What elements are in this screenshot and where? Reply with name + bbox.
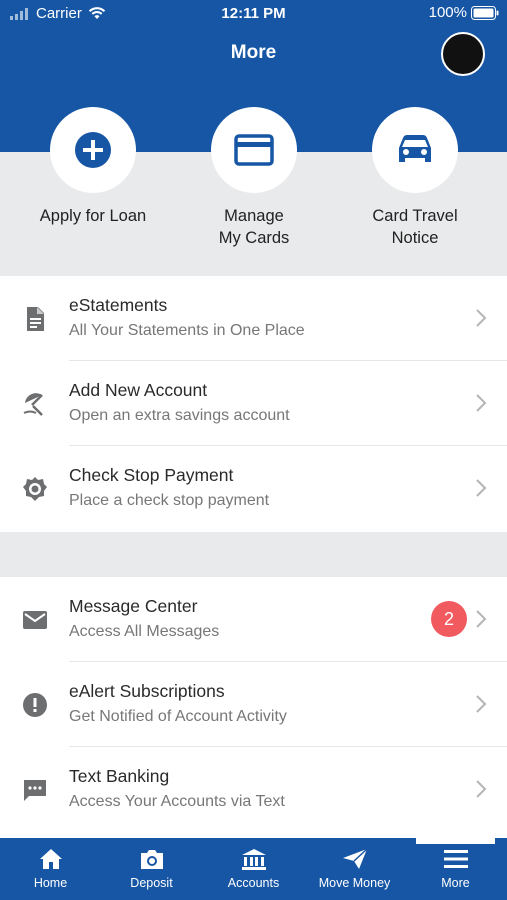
menu-icon [443, 850, 468, 868]
card-travel-notice-circle [372, 107, 458, 193]
card-travel-notice-label: Card Travel Notice [350, 205, 480, 249]
menu-item-subtitle: Place a check stop payment [69, 492, 270, 509]
manage-my-cards-circle [211, 107, 297, 193]
car-icon [399, 135, 431, 162]
bank-icon [241, 849, 266, 870]
menu-item-ealert-subscriptions[interactable]: eAlert Subscriptions Get Notified of Acc… [0, 662, 507, 747]
card-travel-notice-button[interactable]: Card Travel Notice [350, 107, 480, 249]
gear-icon [23, 477, 47, 501]
tab-label: Deposit [130, 876, 173, 890]
tab-more[interactable]: More [405, 838, 506, 900]
apply-for-loan-circle [50, 107, 136, 193]
card-travel-notice-line1: Card Travel [372, 207, 458, 225]
tab-deposit[interactable]: Deposit [101, 838, 202, 900]
menu-item-title: Check Stop Payment [69, 465, 234, 485]
battery-group: 100% [429, 4, 499, 21]
menu-item-subtitle: All Your Statements in One Place [69, 322, 305, 339]
plus-circle-icon [75, 132, 111, 168]
envelope-icon [23, 611, 47, 629]
manage-my-cards-button[interactable]: Manage My Cards [189, 107, 319, 249]
menu-item-check-stop-payment[interactable]: Check Stop Payment Place a check stop pa… [0, 446, 507, 531]
tab-label: More [441, 876, 470, 890]
menu-item-message-center[interactable]: Message Center Access All Messages 2 [0, 577, 507, 662]
manage-my-cards-line2: My Cards [218, 229, 290, 247]
document-icon [27, 307, 44, 331]
menu-group-1: eStatements All Your Statements in One P… [0, 276, 507, 531]
battery-icon [471, 5, 499, 20]
alert-icon [23, 693, 47, 717]
tab-move-money[interactable]: Move Money [304, 838, 405, 900]
chevron-right-icon [476, 780, 487, 798]
page-title: More [230, 42, 277, 63]
chevron-right-icon [476, 695, 487, 713]
section-separator [0, 532, 507, 577]
chevron-right-icon [476, 610, 487, 628]
menu-item-text-banking[interactable]: Text Banking Access Your Accounts via Te… [0, 747, 507, 832]
chevron-right-icon [476, 394, 487, 412]
home-icon [39, 849, 62, 869]
menu-item-title: eAlert Subscriptions [69, 681, 225, 701]
tab-home[interactable]: Home [0, 838, 101, 900]
tab-label: Move Money [318, 876, 391, 890]
menu-item-subtitle: Open an extra savings account [69, 407, 290, 424]
menu-item-title: Add New Account [69, 380, 208, 400]
menu-item-title: Message Center [69, 596, 198, 616]
credit-card-icon [234, 134, 274, 166]
menu-item-title: Text Banking [69, 766, 170, 786]
unread-count-badge: 2 [431, 601, 467, 637]
manage-my-cards-label: Manage My Cards [189, 205, 319, 249]
menu-item-subtitle: Access Your Accounts via Text [69, 793, 285, 810]
menu-item-add-new-account[interactable]: Add New Account Open an extra savings ac… [0, 361, 507, 446]
menu-item-estatements[interactable]: eStatements All Your Statements in One P… [0, 276, 507, 361]
menu-group-2: Message Center Access All Messages 2 eAl… [0, 577, 507, 832]
status-bar: Carrier 12:11 PM 100% [0, 0, 507, 28]
camera-icon [140, 850, 163, 869]
tab-label: Accounts [227, 876, 280, 890]
tab-accounts[interactable]: Accounts [203, 838, 304, 900]
apply-for-loan-label: Apply for Loan [28, 205, 158, 227]
avatar[interactable] [441, 32, 485, 76]
chevron-right-icon [476, 309, 487, 327]
menu-item-title: eStatements [69, 295, 168, 315]
card-travel-notice-line2: Notice [391, 229, 439, 247]
manage-my-cards-line1: Manage [224, 207, 284, 225]
tab-label: Home [33, 876, 68, 890]
chat-icon [24, 780, 46, 801]
tab-bar: Home Deposit Accounts Move Money More [0, 838, 507, 900]
beach-umbrella-icon [23, 393, 43, 416]
menu-item-subtitle: Access All Messages [69, 623, 220, 640]
apply-for-loan-button[interactable]: Apply for Loan [28, 107, 158, 227]
send-icon [342, 848, 368, 869]
battery-percent: 100% [428, 4, 467, 21]
chevron-right-icon [476, 479, 487, 497]
apply-for-loan-line1: Apply for Loan [39, 207, 147, 225]
menu-item-subtitle: Get Notified of Account Activity [69, 708, 287, 725]
